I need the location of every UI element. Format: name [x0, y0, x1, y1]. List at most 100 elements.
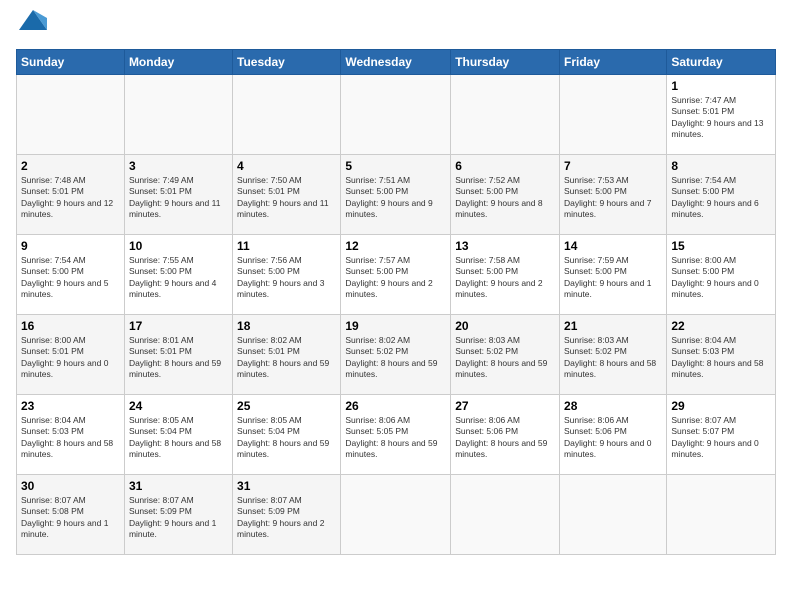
- day-info: Sunrise: 8:05 AM Sunset: 5:04 PM Dayligh…: [237, 415, 336, 461]
- calendar-cell: 8Sunrise: 7:54 AM Sunset: 5:00 PM Daylig…: [667, 154, 776, 234]
- day-header-monday: Monday: [124, 49, 232, 74]
- calendar-cell: 20 Sunrise: 8:03 AM Sunset: 5:02 PM Dayli…: [451, 314, 560, 394]
- calendar-cell: 10Sunrise: 7:55 AM Sunset: 5:00 PM Dayli…: [124, 234, 232, 314]
- day-info: Sunrise: 8:02 AM Sunset: 5:01 PM Dayligh…: [237, 335, 336, 381]
- calendar-cell: [17, 74, 125, 154]
- day-info: Sunrise: 8:03 AM Sunset: 5:02 PM Dayligh…: [564, 335, 662, 381]
- day-header-friday: Friday: [560, 49, 667, 74]
- day-number: 29: [671, 399, 771, 413]
- day-number: 27: [455, 399, 555, 413]
- calendar-cell: 30 Sunrise: 8:07 AM Sunset: 5:08 PM Dayli…: [17, 474, 125, 554]
- day-number: 25: [237, 399, 336, 413]
- calendar-cell: 13Sunrise: 7:58 AM Sunset: 5:00 PM Dayli…: [451, 234, 560, 314]
- day-info: Sunrise: 8:04 AM Sunset: 5:03 PM Dayligh…: [21, 415, 120, 461]
- day-info: Sunrise: 7:59 AM Sunset: 5:00 PM Dayligh…: [564, 255, 662, 301]
- week-row-6: 30 Sunrise: 8:07 AM Sunset: 5:08 PM Dayli…: [17, 474, 776, 554]
- day-number: 20: [455, 319, 555, 333]
- calendar-cell: [341, 474, 451, 554]
- day-info: Sunrise: 8:04 AM Sunset: 5:03 PM Dayligh…: [671, 335, 771, 381]
- calendar-cell: 19Sunrise: 8:02 AM Sunset: 5:02 PM Dayli…: [341, 314, 451, 394]
- calendar-cell: [560, 474, 667, 554]
- calendar-cell: 9Sunrise: 7:54 AM Sunset: 5:00 PM Daylig…: [17, 234, 125, 314]
- day-number: 17: [129, 319, 228, 333]
- day-info: Sunrise: 8:07 AM Sunset: 5:08 PM Dayligh…: [21, 495, 120, 541]
- calendar-cell: [667, 474, 776, 554]
- day-number: 5: [345, 159, 446, 173]
- calendar-cell: 28 Sunrise: 8:06 AM Sunset: 5:06 PM Dayli…: [560, 394, 667, 474]
- day-number: 4: [237, 159, 336, 173]
- day-number: 7: [564, 159, 662, 173]
- day-info: Sunrise: 8:06 AM Sunset: 5:05 PM Dayligh…: [345, 415, 446, 461]
- calendar-cell: 6 Sunrise: 7:52 AM Sunset: 5:00 PM Daylig…: [451, 154, 560, 234]
- calendar-cell: 14 Sunrise: 7:59 AM Sunset: 5:00 PM Dayli…: [560, 234, 667, 314]
- day-number: 12: [345, 239, 446, 253]
- calendar-cell: 23Sunrise: 8:04 AM Sunset: 5:03 PM Dayli…: [17, 394, 125, 474]
- calendar-cell: 18Sunrise: 8:02 AM Sunset: 5:01 PM Dayli…: [233, 314, 341, 394]
- day-header-sunday: Sunday: [17, 49, 125, 74]
- logo-icon: [19, 10, 47, 34]
- day-info: Sunrise: 8:06 AM Sunset: 5:06 PM Dayligh…: [564, 415, 662, 461]
- calendar-cell: [451, 74, 560, 154]
- day-header-wednesday: Wednesday: [341, 49, 451, 74]
- day-header-saturday: Saturday: [667, 49, 776, 74]
- day-info: Sunrise: 7:58 AM Sunset: 5:00 PM Dayligh…: [455, 255, 555, 301]
- calendar-cell: 3Sunrise: 7:49 AM Sunset: 5:01 PM Daylig…: [124, 154, 232, 234]
- day-number: 16: [21, 319, 120, 333]
- day-number: 22: [671, 319, 771, 333]
- day-info: Sunrise: 8:00 AM Sunset: 5:00 PM Dayligh…: [671, 255, 771, 301]
- calendar-cell: 16 Sunrise: 8:00 AM Sunset: 5:01 PM Dayli…: [17, 314, 125, 394]
- day-number: 30: [21, 479, 120, 493]
- day-info: Sunrise: 7:47 AM Sunset: 5:01 PM Dayligh…: [671, 95, 771, 141]
- calendar-cell: 25 Sunrise: 8:05 AM Sunset: 5:04 PM Dayli…: [233, 394, 341, 474]
- week-row-1: 1 Sunrise: 7:47 AM Sunset: 5:01 PM Daylig…: [17, 74, 776, 154]
- day-number: 26: [345, 399, 446, 413]
- calendar-cell: 24 Sunrise: 8:05 AM Sunset: 5:04 PM Dayli…: [124, 394, 232, 474]
- calendar-cell: 17 Sunrise: 8:01 AM Sunset: 5:01 PM Dayli…: [124, 314, 232, 394]
- day-number: 21: [564, 319, 662, 333]
- day-number: 28: [564, 399, 662, 413]
- calendar-cell: 26 Sunrise: 8:06 AM Sunset: 5:05 PM Dayli…: [341, 394, 451, 474]
- calendar-cell: 11Sunrise: 7:56 AM Sunset: 5:00 PM Dayli…: [233, 234, 341, 314]
- day-number: 2: [21, 159, 120, 173]
- week-row-5: 23Sunrise: 8:04 AM Sunset: 5:03 PM Dayli…: [17, 394, 776, 474]
- calendar-cell: [124, 74, 232, 154]
- calendar-cell: [341, 74, 451, 154]
- calendar-cell: 2 Sunrise: 7:48 AM Sunset: 5:01 PM Daylig…: [17, 154, 125, 234]
- calendar-body: 1 Sunrise: 7:47 AM Sunset: 5:01 PM Daylig…: [17, 74, 776, 554]
- day-info: Sunrise: 7:48 AM Sunset: 5:01 PM Dayligh…: [21, 175, 120, 221]
- day-info: Sunrise: 8:07 AM Sunset: 5:07 PM Dayligh…: [671, 415, 771, 461]
- day-info: Sunrise: 8:05 AM Sunset: 5:04 PM Dayligh…: [129, 415, 228, 461]
- day-header-thursday: Thursday: [451, 49, 560, 74]
- day-info: Sunrise: 8:01 AM Sunset: 5:01 PM Dayligh…: [129, 335, 228, 381]
- calendar-cell: 31 Sunrise: 8:07 AM Sunset: 5:09 PM Dayli…: [124, 474, 232, 554]
- header: [16, 16, 776, 37]
- day-info: Sunrise: 8:03 AM Sunset: 5:02 PM Dayligh…: [455, 335, 555, 381]
- week-row-4: 16 Sunrise: 8:00 AM Sunset: 5:01 PM Dayli…: [17, 314, 776, 394]
- calendar-header: SundayMondayTuesdayWednesdayThursdayFrid…: [17, 49, 776, 74]
- calendar-cell: 31 Sunrise: 8:07 AM Sunset: 5:09 PM Dayli…: [233, 474, 341, 554]
- week-row-3: 9Sunrise: 7:54 AM Sunset: 5:00 PM Daylig…: [17, 234, 776, 314]
- calendar: SundayMondayTuesdayWednesdayThursdayFrid…: [16, 49, 776, 555]
- calendar-cell: [451, 474, 560, 554]
- day-info: Sunrise: 7:53 AM Sunset: 5:00 PM Dayligh…: [564, 175, 662, 221]
- day-info: Sunrise: 8:00 AM Sunset: 5:01 PM Dayligh…: [21, 335, 120, 381]
- day-number: 1: [671, 79, 771, 93]
- day-info: Sunrise: 8:07 AM Sunset: 5:09 PM Dayligh…: [237, 495, 336, 541]
- day-number: 14: [564, 239, 662, 253]
- day-number: 11: [237, 239, 336, 253]
- day-info: Sunrise: 7:52 AM Sunset: 5:00 PM Dayligh…: [455, 175, 555, 221]
- calendar-cell: 21 Sunrise: 8:03 AM Sunset: 5:02 PM Dayli…: [560, 314, 667, 394]
- day-number: 3: [129, 159, 228, 173]
- day-info: Sunrise: 7:50 AM Sunset: 5:01 PM Dayligh…: [237, 175, 336, 221]
- calendar-cell: 29 Sunrise: 8:07 AM Sunset: 5:07 PM Dayli…: [667, 394, 776, 474]
- day-number: 31: [129, 479, 228, 493]
- logo: [16, 16, 47, 37]
- day-header-tuesday: Tuesday: [233, 49, 341, 74]
- day-number: 31: [237, 479, 336, 493]
- day-info: Sunrise: 7:51 AM Sunset: 5:00 PM Dayligh…: [345, 175, 446, 221]
- day-number: 24: [129, 399, 228, 413]
- day-number: 6: [455, 159, 555, 173]
- day-number: 10: [129, 239, 228, 253]
- day-info: Sunrise: 8:07 AM Sunset: 5:09 PM Dayligh…: [129, 495, 228, 541]
- calendar-cell: [233, 74, 341, 154]
